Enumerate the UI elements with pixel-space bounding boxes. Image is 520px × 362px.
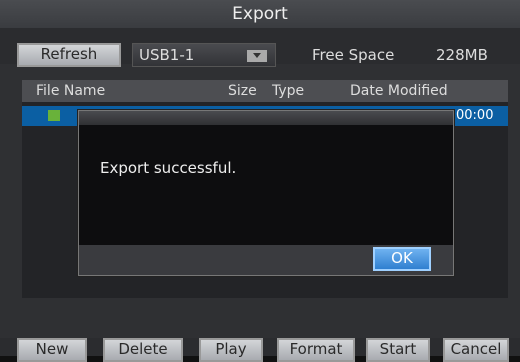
play-button[interactable]: Play <box>199 338 263 362</box>
delete-button[interactable]: Delete <box>103 338 183 362</box>
file-icon <box>48 110 60 121</box>
window-title: Export <box>0 0 520 28</box>
start-button[interactable]: Start <box>366 338 430 362</box>
free-space-value: 228MB <box>436 46 488 64</box>
new-button[interactable]: New <box>17 338 87 362</box>
chevron-down-icon[interactable] <box>247 50 267 62</box>
device-select[interactable]: USB1-1 <box>132 43 276 67</box>
free-space-label: Free Space <box>312 46 395 64</box>
ok-button[interactable]: OK <box>373 247 431 271</box>
column-size: Size <box>228 83 257 99</box>
column-type: Type <box>272 83 305 99</box>
refresh-button[interactable]: Refresh <box>17 43 121 67</box>
cancel-button[interactable]: Cancel <box>443 338 509 362</box>
file-table-header: File Name Size Type Date Modified <box>22 80 508 103</box>
column-date-modified: Date Modified <box>350 83 448 99</box>
message-dialog: Export successful. OK <box>78 110 454 276</box>
row-date-modified: 00:00 <box>456 108 494 123</box>
dialog-titlebar <box>79 111 453 125</box>
format-button[interactable]: Format <box>277 338 355 362</box>
export-screen: Export Refresh USB1-1 Free Space 228MB F… <box>0 0 520 362</box>
device-value: USB1-1 <box>139 46 195 64</box>
column-file-name: File Name <box>36 83 106 99</box>
dialog-message: Export successful. <box>100 159 237 177</box>
